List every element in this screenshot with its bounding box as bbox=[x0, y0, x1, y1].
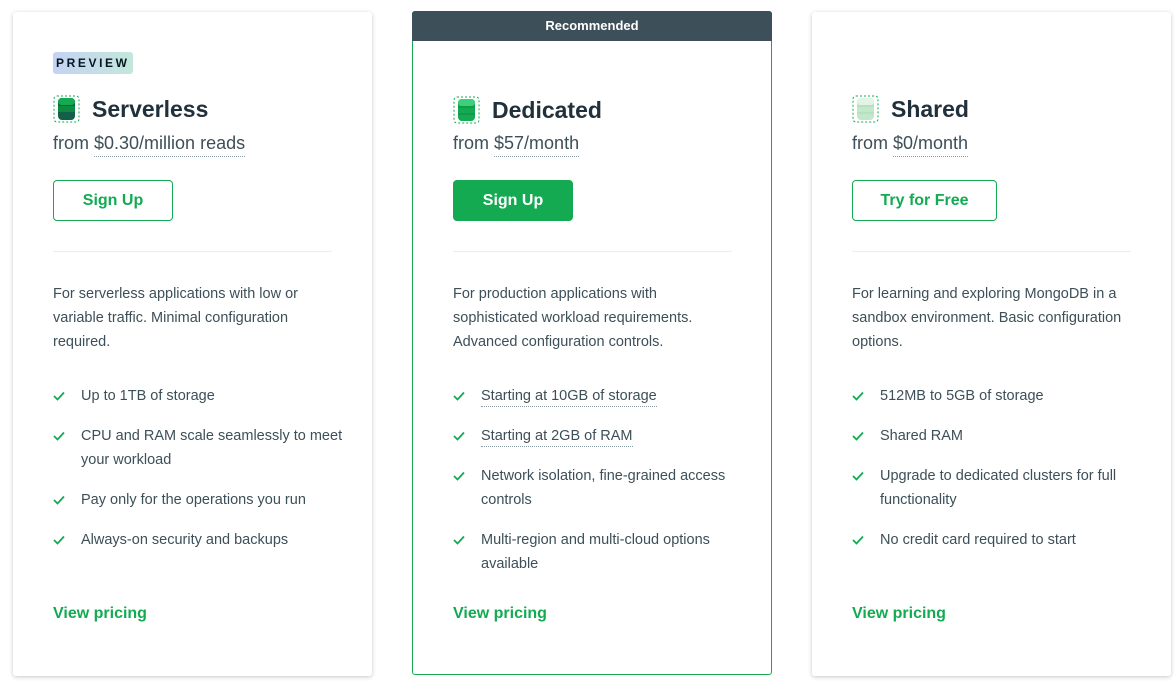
check-icon bbox=[53, 424, 65, 448]
view-pricing-link[interactable]: View pricing bbox=[53, 605, 147, 623]
price: from $0/month bbox=[852, 133, 969, 157]
feature-text: 512MB to 5GB of storage bbox=[880, 388, 1044, 404]
price-prefix: from bbox=[453, 133, 489, 153]
description: For serverless applications with low or … bbox=[53, 286, 298, 350]
feature-item: CPU and RAM scale seamlessly to meet you… bbox=[53, 424, 343, 472]
check-icon bbox=[53, 384, 65, 408]
tier-header: Shared bbox=[852, 94, 969, 124]
feature-text: Upgrade to dedicated clusters for full f… bbox=[880, 468, 1117, 508]
check-icon bbox=[453, 528, 465, 552]
feature-item: Network isolation, fine-grained access c… bbox=[453, 464, 743, 512]
feature-text: Shared RAM bbox=[880, 428, 964, 444]
feature-text: No credit card required to start bbox=[880, 532, 1076, 548]
price-amount: $0.30/million reads bbox=[94, 133, 246, 157]
tier-header: Dedicated bbox=[453, 95, 602, 125]
database-icon bbox=[453, 96, 480, 124]
check-icon bbox=[852, 528, 864, 552]
check-icon bbox=[453, 424, 465, 448]
feature-text: Up to 1TB of storage bbox=[81, 388, 215, 404]
feature-list: Up to 1TB of storage CPU and RAM scale s… bbox=[53, 384, 343, 568]
feature-list: Starting at 10GB of storage Starting at … bbox=[453, 384, 743, 592]
tier-name: Serverless bbox=[92, 95, 209, 122]
check-icon bbox=[852, 424, 864, 448]
feature-list: 512MB to 5GB of storage Shared RAM Upgra… bbox=[852, 384, 1142, 568]
serverless-card: PREVIEW Serverless from $0.30/million re… bbox=[13, 12, 372, 676]
feature-item: Upgrade to dedicated clusters for full f… bbox=[852, 464, 1142, 512]
divider bbox=[453, 251, 732, 252]
feature-item: Shared RAM bbox=[852, 424, 1142, 448]
view-pricing-link[interactable]: View pricing bbox=[453, 605, 547, 623]
price: from $57/month bbox=[453, 133, 580, 157]
description: For learning and exploring MongoDB in a … bbox=[852, 286, 1122, 350]
feature-text: Network isolation, fine-grained access c… bbox=[481, 468, 726, 508]
sign-up-button[interactable]: Sign Up bbox=[453, 180, 573, 221]
feature-item: Up to 1TB of storage bbox=[53, 384, 343, 408]
price-amount: $57/month bbox=[494, 133, 580, 157]
check-icon bbox=[53, 488, 65, 512]
feature-item: No credit card required to start bbox=[852, 528, 1142, 552]
dedicated-card: Recommended Dedicated from $57/month Sig… bbox=[412, 11, 772, 675]
feature-item: Starting at 10GB of storage bbox=[453, 384, 743, 408]
divider bbox=[53, 251, 332, 252]
feature-text: Pay only for the operations you run bbox=[81, 492, 306, 508]
preview-badge: PREVIEW bbox=[53, 52, 133, 74]
price: from $0.30/million reads bbox=[53, 133, 246, 157]
feature-item: Pay only for the operations you run bbox=[53, 488, 343, 512]
feature-text: CPU and RAM scale seamlessly to meet you… bbox=[81, 428, 343, 468]
check-icon bbox=[852, 384, 864, 408]
description: For production applications with sophist… bbox=[453, 286, 693, 350]
feature-item: Always-on security and backups bbox=[53, 528, 343, 552]
feature-item: Multi-region and multi-cloud options ava… bbox=[453, 528, 743, 576]
price-prefix: from bbox=[852, 133, 888, 153]
tier-name: Shared bbox=[891, 95, 969, 122]
price-prefix: from bbox=[53, 133, 89, 153]
price-amount: $0/month bbox=[893, 133, 969, 157]
check-icon bbox=[53, 528, 65, 552]
feature-text: Multi-region and multi-cloud options ava… bbox=[481, 532, 710, 572]
divider bbox=[852, 251, 1131, 252]
check-icon bbox=[453, 464, 465, 488]
sign-up-button[interactable]: Sign Up bbox=[53, 180, 173, 221]
feature-text: Always-on security and backups bbox=[81, 532, 289, 548]
view-pricing-link[interactable]: View pricing bbox=[852, 605, 946, 623]
feature-text[interactable]: Starting at 2GB of RAM bbox=[481, 424, 633, 448]
database-icon bbox=[852, 95, 879, 123]
try-for-free-button[interactable]: Try for Free bbox=[852, 180, 997, 221]
feature-text[interactable]: Starting at 10GB of storage bbox=[481, 384, 657, 408]
check-icon bbox=[852, 464, 864, 488]
feature-item: Starting at 2GB of RAM bbox=[453, 424, 743, 448]
tier-name: Dedicated bbox=[492, 96, 602, 123]
database-icon bbox=[53, 95, 80, 123]
recommended-ribbon: Recommended bbox=[412, 11, 772, 41]
tier-header: Serverless bbox=[53, 94, 208, 124]
shared-card: Shared from $0/month Try for Free For le… bbox=[812, 12, 1171, 676]
check-icon bbox=[453, 384, 465, 408]
feature-item: 512MB to 5GB of storage bbox=[852, 384, 1142, 408]
